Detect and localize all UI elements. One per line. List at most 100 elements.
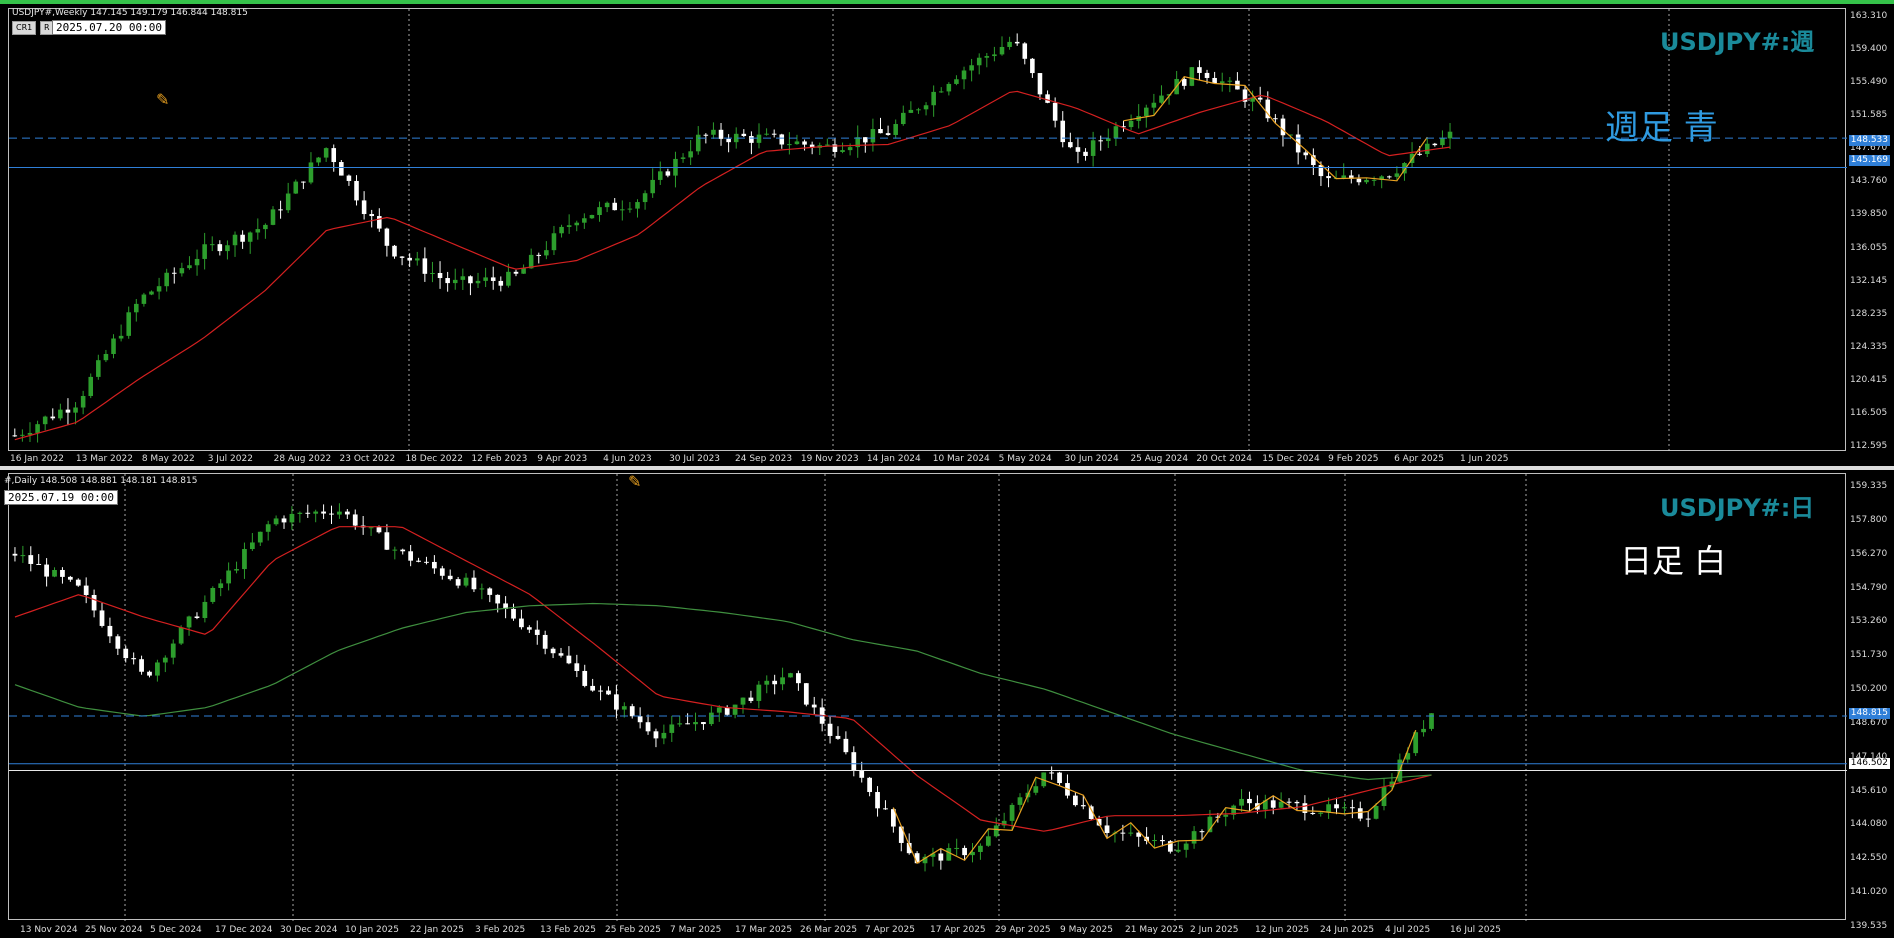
candle-body [701,722,706,725]
candle-body [796,673,801,684]
daily-chart-svg[interactable] [9,474,1847,921]
candle-body [604,202,610,208]
drawing-tool-icon[interactable]: ✎ [156,90,169,109]
candle-body [1009,804,1015,821]
candle-body [376,527,382,533]
candle-body [289,513,295,523]
candle-body [285,193,291,211]
candle-body [1239,798,1244,806]
weekly-chart-svg[interactable] [9,9,1847,452]
candle-body [483,277,488,281]
candle-body [811,704,817,708]
price-axis-label: 156.270 [1850,548,1888,559]
candle-body [1342,807,1347,809]
candle-body [297,512,303,514]
candle-body [323,148,329,158]
candle-body [131,658,137,660]
candle-body [992,54,997,57]
price-axis-label: 154.790 [1850,582,1888,593]
candle-body [708,712,714,725]
candle-body [149,291,154,295]
price-axis-label: 124.335 [1850,341,1888,352]
candle-body [218,583,224,588]
candle-body [498,280,504,286]
candle-body [1080,805,1086,807]
candle-body [597,207,602,216]
candle-body [1318,165,1324,177]
daily-plot-area[interactable] [8,473,1847,921]
candle-body [445,278,450,284]
candle-body [954,79,959,84]
candle-body [1014,41,1020,44]
price-axis-label: 139.850 [1850,209,1888,220]
candle-body [642,193,648,203]
zigzag-line [1123,76,1428,182]
candle-body [226,570,231,584]
candle-body [1197,67,1202,73]
daily-price-tag-a: 148.815 [1848,708,1890,719]
candle-body [12,435,18,437]
candle-body [863,137,868,143]
price-axis-label: 150.200 [1850,684,1888,695]
candle-body [35,424,40,433]
time-axis-label: 24 Jun 2025 [1320,925,1375,935]
candle-body [392,245,397,257]
candle-body [115,636,121,649]
price-axis-label: 143.760 [1850,176,1888,187]
candle-body [67,576,73,580]
candle-body [1447,131,1453,139]
candle-body [479,588,485,590]
candle-body [265,524,271,532]
candle-body [787,144,792,146]
candle-body [870,129,876,143]
time-axis-label: 3 Jul 2022 [207,454,253,464]
candle-body [542,634,548,649]
candle-body [368,527,374,529]
candle-body [1083,151,1088,156]
candle-body [58,409,63,419]
weekly-note: 週足 青 [1605,108,1718,148]
candle-body [1152,840,1157,842]
price-axis-label: 120.415 [1850,374,1888,385]
weekly-plot-area[interactable] [8,8,1847,452]
time-axis-label: 4 Jun 2023 [603,454,652,464]
candle-body [756,134,762,143]
candle-body [1068,142,1073,148]
candle-body [164,272,169,287]
candle-body [620,209,625,211]
candle-body [1106,138,1111,142]
candle-body [139,659,144,672]
candle-body [908,109,914,113]
drawing-tool-icon-daily[interactable]: ✎ [628,472,641,491]
candle-body [716,707,722,713]
candle-body [916,109,921,111]
candle-body [677,723,683,725]
candle-body [331,148,337,163]
candle-body [468,276,473,284]
candle-body [627,208,633,210]
candle-body [938,91,944,93]
candle-body [361,200,367,215]
candle-body [75,579,81,586]
candle-body [249,542,255,550]
cr-button[interactable]: CR1 [12,21,37,35]
candle-body [574,663,580,671]
candle-body [1057,772,1062,784]
candle-body [1212,77,1217,84]
candle-body [20,434,25,436]
daily-chart-pane[interactable]: #,Daily 148.508 148.881 148.181 148.815 … [0,470,1894,938]
candle-body [1394,173,1400,177]
candle-body [1045,94,1050,103]
time-axis-label: 30 Dec 2024 [280,925,338,935]
candle-body [598,690,603,692]
candle-body [984,56,990,58]
candle-body [83,585,89,595]
candle-body [141,294,147,304]
weekly-price-tag-b: 145.169 [1848,155,1890,166]
candle-body [321,511,326,514]
weekly-chart-pane[interactable]: USDJPY#,Weekly 147.145 149.179 146.844 1… [0,0,1894,466]
candle-body [961,70,967,80]
candle-body [1334,804,1339,809]
time-axis-label: 17 Apr 2025 [930,925,986,935]
candle-body [1371,179,1377,181]
